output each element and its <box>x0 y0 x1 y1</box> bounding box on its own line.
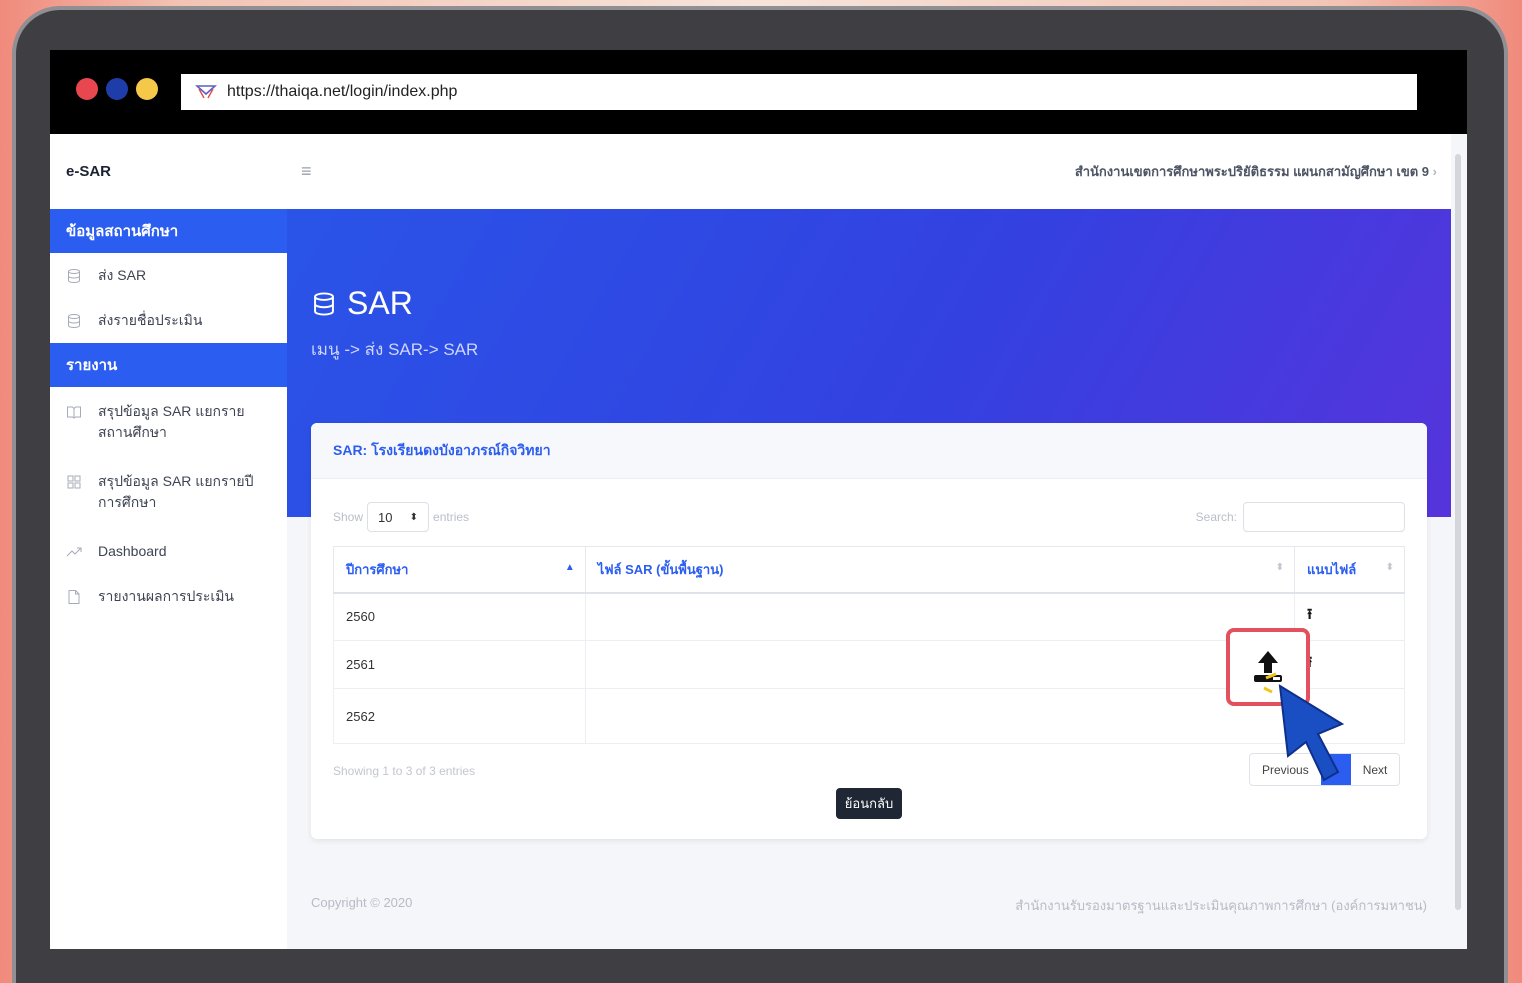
year-cell: 2561 <box>333 640 586 689</box>
sort-icon: ⬍ <box>1275 562 1285 573</box>
sidebar-section-reports: รายงาน <box>50 343 287 387</box>
table-controls: Show 10 ⬍ entries Search: <box>333 501 1405 533</box>
sidebar-item-assessment-report[interactable]: รายงานผลการประเมิน <box>50 574 287 619</box>
sidebar-item-label: สรุปข้อมูล SAR แยกรายสถานศึกษา <box>98 403 245 440</box>
window-minimize-dot[interactable] <box>106 78 128 100</box>
copyright: Copyright © 2020 <box>311 895 413 910</box>
main-content: ≡ สำนักงานเขตการศึกษาพระปริยัติธรรม แผนก… <box>287 134 1451 949</box>
scrollbar[interactable] <box>1455 154 1461 910</box>
footer-org: สำนักงานรับรองมาตรฐานและประเมินคุณภาพการ… <box>1015 898 1427 913</box>
sidebar-item-send-sar[interactable]: ส่ง SAR <box>50 253 287 298</box>
footer: Copyright © 2020 สำนักงานรับรองมาตรฐานแล… <box>311 895 1427 916</box>
sidebar-item-dashboard[interactable]: Dashboard <box>50 525 287 574</box>
file-cell <box>584 688 1296 744</box>
breadcrumb: เมนู -> ส่ง SAR-> SAR <box>311 340 479 359</box>
sidebar: e-SAR ข้อมูลสถานศึกษา ส่ง SAR ส่งรายชื่อ… <box>50 134 287 949</box>
database-icon <box>314 291 334 316</box>
file-cell <box>584 640 1296 689</box>
sidebar-item-label: สรุปข้อมูล SAR แยกรายปีการศึกษา <box>98 473 254 510</box>
sort-icon: ⬍ <box>409 511 419 523</box>
search-label: Search: <box>1195 510 1237 524</box>
column-header-attach[interactable]: แนบไฟล์ ⬍ <box>1294 546 1405 594</box>
year-cell: 2560 <box>333 592 586 641</box>
card-title: SAR: โรงเรียนดงบังอาภรณ์กิจวิทยา <box>311 423 1427 479</box>
entries-label: entries <box>433 510 470 524</box>
sidebar-item-send-assessors[interactable]: ส่งรายชื่อประเมิน <box>50 298 287 343</box>
sidebar-item-sar-by-year[interactable]: สรุปข้อมูล SAR แยกรายปีการศึกษา <box>50 455 287 525</box>
sidebar-item-label: รายงานผลการประเมิน <box>98 588 235 604</box>
database-icon <box>68 269 80 284</box>
column-header-sar-file[interactable]: ไฟล์ SAR (ขั้นพื้นฐาน) ⬍ <box>584 546 1296 594</box>
address-bar[interactable]: https://thaiqa.net/login/index.php <box>181 74 1417 110</box>
site-logo-icon <box>195 85 217 99</box>
search-input[interactable] <box>1243 502 1405 532</box>
sort-icon: ⬍ <box>1385 562 1394 573</box>
brand[interactable]: e-SAR <box>50 134 287 209</box>
mouse-cursor-icon <box>1263 672 1345 782</box>
column-header-year[interactable]: ปีการศึกษา ▲ <box>333 546 586 594</box>
window-close-dot[interactable] <box>76 78 98 100</box>
search: Search: <box>1196 502 1405 532</box>
sidebar-section-school-info: ข้อมูลสถานศึกษา <box>50 209 287 253</box>
book-icon <box>67 406 81 419</box>
table-header-row: ปีการศึกษา ▲ ไฟล์ SAR (ขั้นพื้นฐาน) ⬍ แนบไ… <box>333 546 1405 594</box>
upload-icon[interactable]: ⭱ <box>1307 606 1312 623</box>
window-maximize-dot[interactable] <box>136 78 158 100</box>
sidebar-item-sar-by-school[interactable]: สรุปข้อมูล SAR แยกรายสถานศึกษา <box>50 387 287 455</box>
file-cell <box>584 592 1296 641</box>
sidebar-item-label: Dashboard <box>98 543 167 559</box>
file-icon <box>68 590 80 604</box>
trending-icon <box>66 547 82 557</box>
top-header: ≡ สำนักงานเขตการศึกษาพระปริยัติธรรม แผนก… <box>287 134 1451 209</box>
page-length: Show 10 ⬍ entries <box>333 502 469 532</box>
school-name[interactable]: สำนักงานเขตการศึกษาพระปริยัติธรรม แผนกสา… <box>1075 161 1437 182</box>
sort-asc-icon: ▲ <box>564 562 575 573</box>
attach-cell: ⭱ <box>1294 592 1405 641</box>
show-label: Show <box>333 510 364 524</box>
chevron-right-icon: › <box>1432 164 1437 179</box>
database-icon <box>68 314 80 329</box>
year-cell: 2562 <box>333 688 586 744</box>
back-button[interactable]: ย้อนกลับ <box>836 788 902 819</box>
page-title: SAR <box>311 285 413 322</box>
sidebar-item-label: ส่ง SAR <box>98 267 147 283</box>
url-text: https://thaiqa.net/login/index.php <box>227 83 458 100</box>
hamburger-icon[interactable]: ≡ <box>301 161 312 182</box>
grid-icon <box>67 475 81 489</box>
web-page: e-SAR ข้อมูลสถานศึกษา ส่ง SAR ส่งรายชื่อ… <box>50 134 1467 949</box>
sidebar-item-label: ส่งรายชื่อประเมิน <box>98 312 203 328</box>
page-length-select[interactable]: 10 ⬍ <box>367 502 430 532</box>
table-info: Showing 1 to 3 of 3 entries <box>333 764 476 778</box>
